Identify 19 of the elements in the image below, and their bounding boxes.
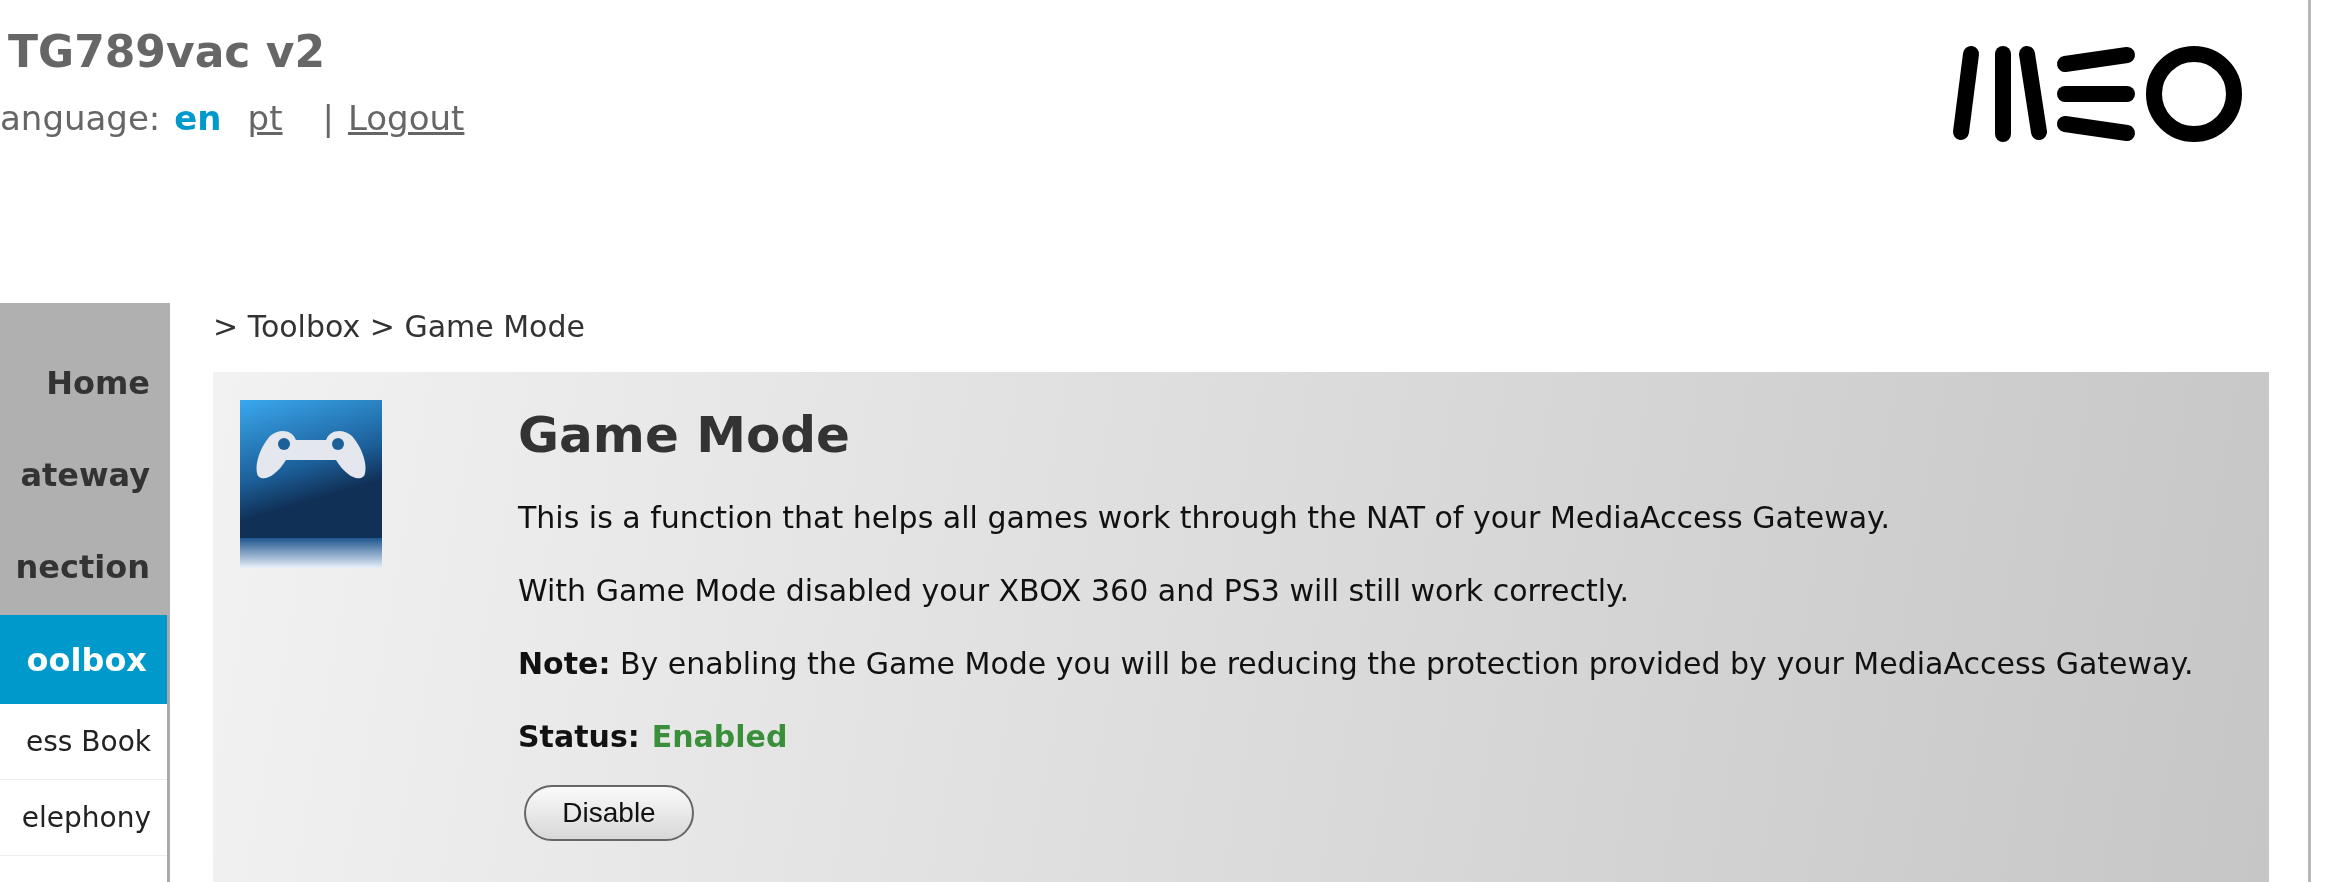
nav-item[interactable]: Home [0,337,170,429]
separator: | [322,97,334,140]
nav-item[interactable]: ateway [0,429,170,521]
nav-item[interactable]: nection [0,521,170,613]
description-text: This is a function that helps all games work through the NAT of your MediaAccess Gateway. [518,499,1892,537]
logout-link[interactable]: Logout [347,96,465,140]
status-value: Enabled [651,718,788,756]
language-label: anguage: [0,97,161,140]
description-text: Note: By enabling the Game Mode you will be reducing the protection provided by your MediaAccess Gateway. [518,645,2194,683]
device-title: TG789vac v2 [8,25,327,79]
game-controller-icon [240,400,382,568]
language-link[interactable]: en [174,96,222,140]
disable-button[interactable]: Disable [524,785,694,841]
description-text: With Game Mode disabled your XBOX 360 and PS3 will still work correctly. [518,572,1631,610]
language-link[interactable]: pt [247,96,283,140]
nav-item[interactable]: oolbox [0,615,167,704]
panel-title: Game Mode [518,405,851,466]
breadcrumb: > Toolbox > Game Mode [213,308,586,346]
status-label: Status: [518,718,640,756]
